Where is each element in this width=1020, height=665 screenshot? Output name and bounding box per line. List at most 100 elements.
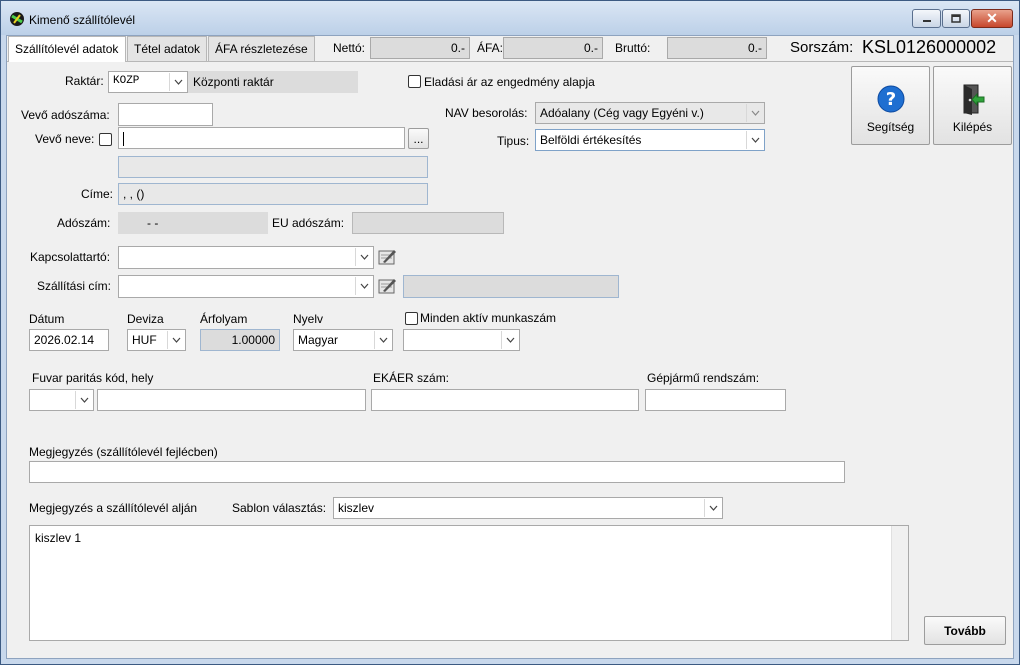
exit-door-icon bbox=[963, 84, 984, 115]
nav-besorolas-label: NAV besorolás: bbox=[445, 106, 528, 120]
datum-input[interactable]: 2026.02.14 bbox=[29, 329, 109, 351]
fuvar-kod-select[interactable] bbox=[29, 389, 94, 411]
tipus-select[interactable]: Belföldi értékesítés bbox=[535, 129, 765, 151]
vevo-extra-field bbox=[118, 156, 428, 178]
tab-afa-reszletezese[interactable]: ÁFA részletezése bbox=[208, 36, 315, 61]
arfolyam-label: Árfolyam bbox=[200, 312, 248, 326]
eu-adoszam-field bbox=[352, 212, 504, 234]
chevron-down-icon[interactable] bbox=[374, 331, 391, 349]
segitseg-label: Segítség bbox=[866, 120, 915, 134]
notepad-edit-icon bbox=[378, 279, 396, 294]
datum-label: Dátum bbox=[29, 312, 65, 326]
raktar-label: Raktár: bbox=[65, 74, 104, 88]
szallitasi-cim-label: Szállítási cím: bbox=[37, 279, 112, 293]
afa-field: 0.- bbox=[503, 37, 603, 59]
rendszam-input[interactable] bbox=[645, 389, 786, 411]
adoszam-label: Adószám: bbox=[57, 216, 111, 230]
cime-label: Címe: bbox=[81, 187, 114, 201]
ekaer-label: EKÁER szám: bbox=[373, 371, 450, 385]
tab-tetel-adatok[interactable]: Tétel adatok bbox=[127, 36, 207, 61]
megjegyzes-also-value: kiszlev 1 bbox=[35, 531, 82, 545]
vevo-adoszama-input[interactable] bbox=[118, 103, 213, 126]
close-button[interactable]: ✕ bbox=[971, 9, 1013, 28]
sablon-value: kiszlev bbox=[338, 501, 375, 515]
vevo-neve-label: Vevő neve: bbox=[35, 132, 95, 146]
tab-label: Tétel adatok bbox=[134, 42, 201, 56]
minimize-icon bbox=[922, 19, 931, 22]
kapcsolattarto-edit-button[interactable] bbox=[376, 246, 398, 268]
vevo-neve-input[interactable] bbox=[118, 127, 405, 149]
vevo-browse-button[interactable]: ... bbox=[408, 128, 429, 149]
nyelv-value: Magyar bbox=[298, 333, 339, 347]
tipus-label: Tipus: bbox=[497, 134, 530, 148]
sablon-select[interactable]: kiszlev bbox=[333, 497, 723, 519]
tab-divider bbox=[7, 61, 1013, 62]
chevron-down-icon[interactable] bbox=[75, 391, 92, 409]
sorszam-value: KSL0126000002 bbox=[862, 37, 997, 57]
chevron-down-icon[interactable] bbox=[355, 248, 372, 266]
chevron-down-icon[interactable] bbox=[169, 73, 186, 91]
deviza-value: HUF bbox=[132, 333, 157, 347]
munkaszam-select[interactable] bbox=[403, 329, 520, 351]
nav-besorolas-select[interactable]: Adóalany (Cég vagy Egyéni v.) bbox=[535, 102, 765, 124]
text-cursor bbox=[123, 131, 124, 146]
tovabb-label: Tovább bbox=[944, 623, 986, 638]
eladasi-ar-checkbox[interactable] bbox=[408, 75, 421, 88]
chevron-down-icon[interactable] bbox=[704, 499, 721, 517]
close-icon: ✕ bbox=[986, 10, 998, 26]
raktar-code-select[interactable]: KOZP bbox=[108, 71, 188, 93]
brutto-label: Bruttó: bbox=[615, 41, 651, 55]
browse-label: ... bbox=[413, 131, 424, 146]
kapcsolattarto-label: Kapcsolattartó: bbox=[30, 250, 111, 264]
vertical-scrollbar[interactable] bbox=[891, 526, 908, 640]
ekaer-input[interactable] bbox=[371, 389, 639, 411]
title-bar[interactable]: Kimenő szállítólevél ✕ bbox=[1, 1, 1019, 35]
afa-label: ÁFA: bbox=[477, 41, 504, 55]
megjegyzes-fejlec-label: Megjegyzés (szállítólevél fejlécben) bbox=[29, 445, 218, 459]
szallitasi-cim-edit-button[interactable] bbox=[376, 275, 398, 297]
eladasi-ar-label: Eladási ár az engedmény alapja bbox=[424, 75, 595, 89]
kilepes-button[interactable]: Kilépés bbox=[933, 66, 1012, 145]
adoszam-field: - - bbox=[118, 212, 268, 234]
raktar-name-field: Központi raktár bbox=[188, 71, 358, 93]
vevo-adoszama-label: Vevő adószáma: bbox=[21, 108, 110, 122]
kapcsolattarto-select[interactable] bbox=[118, 246, 374, 269]
chevron-down-icon[interactable] bbox=[167, 331, 184, 349]
netto-field: 0.- bbox=[370, 37, 470, 59]
window-title: Kimenő szállítólevél bbox=[29, 13, 136, 27]
chevron-down-icon[interactable] bbox=[501, 331, 518, 349]
deviza-select[interactable]: HUF bbox=[127, 329, 186, 351]
nav-besorolas-value: Adóalany (Cég vagy Egyéni v.) bbox=[540, 106, 704, 120]
sablon-label: Sablon választás: bbox=[232, 501, 327, 515]
arfolyam-field: 1.00000 bbox=[200, 329, 280, 351]
vevo-neve-checkbox[interactable] bbox=[99, 133, 112, 146]
szallitasi-cim-select[interactable] bbox=[118, 275, 374, 298]
raktar-code-value: KOZP bbox=[113, 75, 140, 87]
svg-text:?: ? bbox=[885, 89, 895, 110]
help-icon: ? bbox=[877, 85, 904, 113]
maximize-button[interactable] bbox=[942, 9, 970, 28]
tovabb-button[interactable]: Tovább bbox=[924, 616, 1006, 645]
megjegyzes-also-textarea[interactable]: kiszlev 1 bbox=[29, 525, 909, 641]
megjegyzes-fejlec-input[interactable] bbox=[29, 461, 845, 483]
nyelv-select[interactable]: Magyar bbox=[293, 329, 393, 351]
minimize-button[interactable] bbox=[912, 9, 941, 28]
main-window: Kimenő szállítólevél ✕ Szállítólevél ada… bbox=[0, 0, 1020, 665]
chevron-down-icon[interactable] bbox=[355, 277, 372, 295]
tab-label: Szállítólevél adatok bbox=[15, 42, 119, 56]
netto-label: Nettó: bbox=[333, 41, 366, 55]
szallitasi-cim-extra-field bbox=[403, 275, 619, 298]
minden-aktiv-checkbox[interactable] bbox=[405, 312, 418, 325]
app-icon bbox=[10, 12, 24, 26]
segitseg-button[interactable]: ? Segítség bbox=[851, 66, 930, 145]
chevron-down-icon[interactable] bbox=[746, 104, 763, 122]
chevron-down-icon[interactable] bbox=[746, 131, 763, 149]
tipus-value: Belföldi értékesítés bbox=[540, 133, 642, 147]
fuvar-hely-input[interactable] bbox=[97, 389, 366, 411]
sorszam-label: Sorszám: bbox=[790, 39, 854, 56]
fuvar-label: Fuvar paritás kód, hely bbox=[32, 371, 154, 385]
cime-field: , , () bbox=[118, 183, 428, 205]
deviza-label: Deviza bbox=[127, 312, 164, 326]
tab-szallitolevel-adatok[interactable]: Szállítólevél adatok bbox=[8, 36, 126, 62]
minden-aktiv-label: Minden aktív munkaszám bbox=[420, 311, 557, 325]
